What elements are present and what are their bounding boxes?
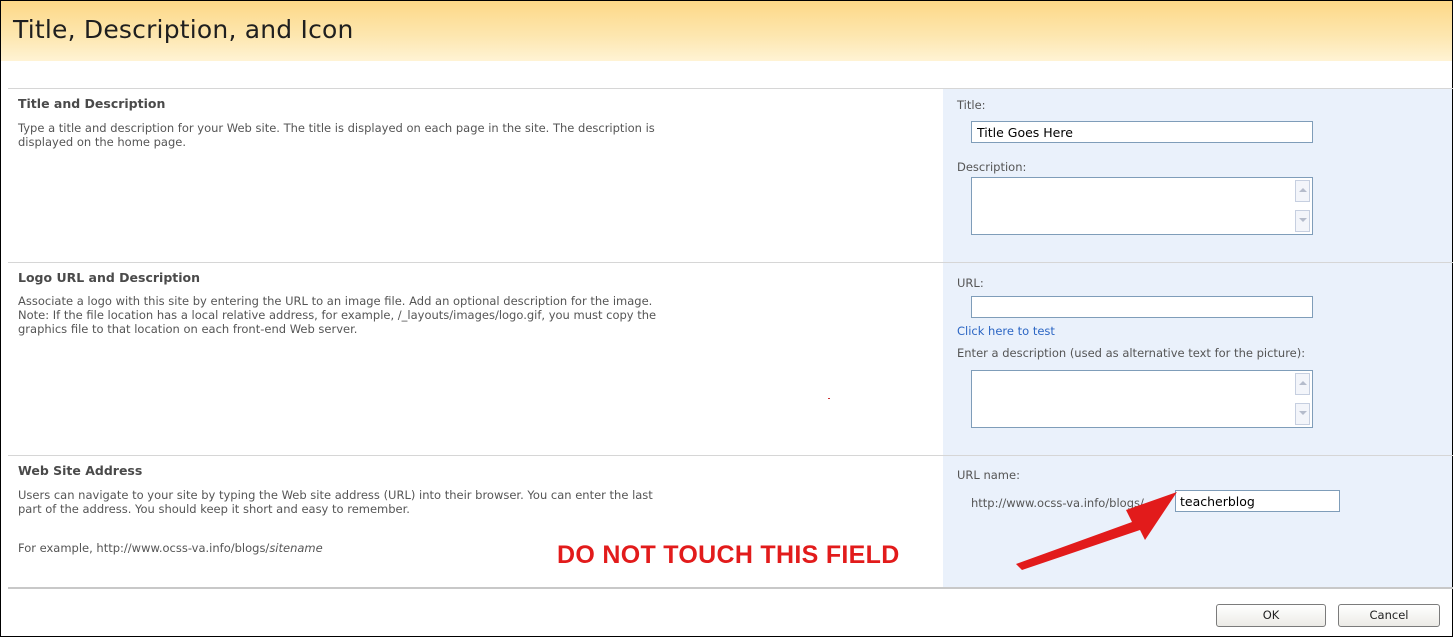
scroll-up-icon [1299,381,1307,385]
divider [8,88,1453,89]
section-heading-address: Web Site Address [18,463,143,478]
section-description-logo: Associate a logo with this site by enter… [18,294,657,336]
cancel-button[interactable]: Cancel [1338,604,1440,627]
title-label: Title: [957,98,986,112]
title-input[interactable] [971,121,1313,143]
test-link[interactable]: Click here to test [957,324,1055,338]
section-description-title: Type a title and description for your We… [18,121,655,149]
page-header: Title, Description, and Icon [1,1,1452,61]
ok-button[interactable]: OK [1216,604,1326,627]
scroll-up-button[interactable] [1295,180,1310,202]
section-heading-title-description: Title and Description [18,96,166,111]
description-textarea[interactable] [971,177,1313,235]
warning-annotation: DO NOT TOUCH THIS FIELD [557,541,900,569]
divider [8,587,1453,589]
url-name-label: URL name: [957,468,1020,482]
logo-description-textarea[interactable] [971,370,1313,428]
scroll-down-icon [1299,218,1307,222]
scroll-down-button[interactable] [1295,210,1310,232]
description-label: Description: [957,160,1027,174]
red-arrow-icon [1016,492,1177,570]
example-url-sitename: sitename [269,541,323,555]
scroll-up-button[interactable] [1295,373,1310,395]
divider [8,262,1453,263]
url-name-input[interactable] [1175,490,1340,512]
section-heading-logo: Logo URL and Description [18,270,201,285]
section-description-address: Users can navigate to your site by typin… [18,488,653,516]
url-label: URL: [957,276,984,290]
example-url: For example, http://www.ocss-va.info/blo… [18,541,323,555]
logo-url-input[interactable] [971,296,1313,318]
example-url-prefix: For example, http://www.ocss-va.info/blo… [18,541,270,555]
divider [8,455,1453,456]
scroll-up-icon [1299,188,1307,192]
scroll-down-icon [1299,411,1307,415]
scroll-down-button[interactable] [1295,403,1310,425]
alt-text-label: Enter a description (used as alternative… [957,346,1306,360]
page-title: Title, Description, and Icon [13,15,354,44]
stray-mark [828,398,830,399]
